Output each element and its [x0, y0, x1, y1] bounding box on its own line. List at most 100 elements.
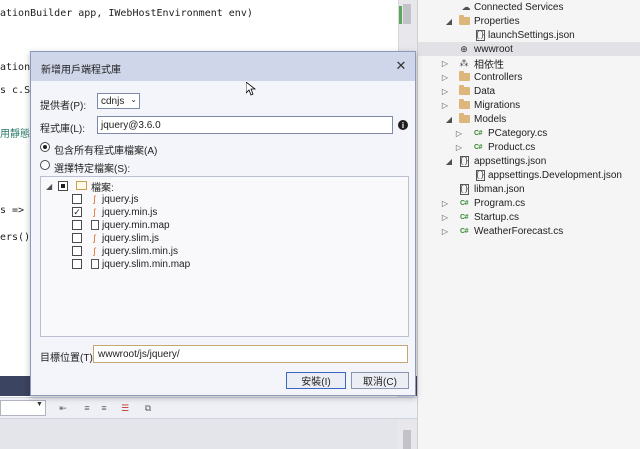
align-right-icon[interactable]: ≡ [97, 401, 111, 415]
code-line: 用靜態 [0, 129, 30, 140]
js-file-icon: ʃ [93, 245, 96, 256]
connected-services-icon: ☁ [461, 1, 471, 12]
expanded-arrow-icon[interactable]: ◢ [444, 115, 454, 124]
tree-item-label: appsettings.Development.json [488, 169, 622, 181]
tree-item-pcategory[interactable]: ▷ C# PCategory.cs [418, 126, 640, 140]
file-checkbox[interactable] [72, 259, 82, 269]
library-input[interactable]: jquery@3.6.0 [97, 116, 393, 134]
csharp-file-icon: C# [460, 213, 468, 221]
target-label: 目標位置(T): [40, 353, 96, 364]
file-name: jquery.slim.min.map [102, 258, 191, 270]
file-checkbox[interactable]: ✓ [72, 207, 82, 217]
info-icon[interactable]: i [398, 120, 408, 130]
expanded-arrow-icon[interactable]: ◢ [444, 157, 454, 166]
change-marker [399, 6, 402, 24]
file-row[interactable]: ʃ jquery.js [41, 193, 401, 205]
globe-icon: ⊕ [460, 43, 468, 54]
install-button[interactable]: 安裝(I) [286, 372, 346, 389]
file-checkbox[interactable] [72, 233, 82, 243]
tree-item-label: 相依性 [474, 59, 504, 71]
files-root-checkbox[interactable] [58, 181, 68, 191]
collapsed-arrow-icon[interactable]: ▷ [440, 73, 450, 82]
chevron-down-icon[interactable]: ⌄ [130, 95, 137, 104]
json-file-icon: {} [475, 169, 485, 181]
tree-item-label: libman.json [474, 183, 525, 195]
tree-item-dependencies[interactable]: ▷ ⁂ 相依性 [418, 56, 640, 71]
copy-icon[interactable]: ⧉ [141, 401, 155, 415]
tree-item-data[interactable]: ▷ Data [418, 84, 640, 98]
tree-item-launchsettings[interactable]: {} launchSettings.json [418, 28, 640, 42]
collapsed-arrow-icon[interactable]: ▷ [440, 213, 450, 222]
file-name: jquery.min.js [102, 206, 158, 218]
dialog-title: 新增用戶端程式庫 [41, 65, 121, 76]
target-location-input[interactable]: wwwroot/js/jquery/ [93, 345, 408, 363]
file-checkbox[interactable] [72, 246, 82, 256]
file-row[interactable]: jquery.min.map [41, 219, 401, 231]
bottom-panel [0, 419, 417, 449]
editor-scrollbar-thumb[interactable] [403, 4, 411, 24]
tree-item-wwwroot[interactable]: ⊕ wwwroot [418, 42, 640, 56]
tree-item-program[interactable]: ▷ C# Program.cs [418, 196, 640, 210]
expanded-arrow-icon[interactable]: ◢ [46, 182, 52, 191]
tree-item-connected-services[interactable]: ☁ Connected Services [418, 0, 640, 14]
tree-item-startup[interactable]: ▷ C# Startup.cs [418, 210, 640, 224]
folder-icon [458, 71, 470, 83]
wrap-lines-icon[interactable]: ☰ [118, 401, 132, 415]
tree-item-weatherforecast[interactable]: ▷ C# WeatherForecast.cs [418, 224, 640, 238]
files-root-row[interactable]: ◢ 檔案: [41, 180, 401, 194]
align-left-icon[interactable]: ≡ [80, 401, 94, 415]
map-file-icon [91, 220, 99, 230]
file-row[interactable]: ✓ ʃ jquery.min.js [41, 206, 401, 218]
choose-specific-radio[interactable] [40, 160, 50, 170]
collapsed-arrow-icon[interactable]: ▷ [440, 59, 450, 68]
collapsed-arrow-icon[interactable]: ▷ [440, 87, 450, 96]
dialog-titlebar[interactable]: 新增用戶端程式庫 ✕ [31, 52, 415, 81]
include-all-label[interactable]: 包含所有程式庫檔案(A) [54, 142, 157, 157]
file-checkbox[interactable] [72, 220, 82, 230]
csharp-file-icon: C# [474, 143, 482, 151]
collapsed-arrow-icon[interactable]: ▷ [440, 227, 450, 236]
folder-icon [76, 181, 87, 190]
bottom-panel-scrollbar-thumb[interactable] [403, 430, 411, 449]
tree-item-product[interactable]: ▷ C# Product.cs [418, 140, 640, 154]
csharp-file-icon: C# [460, 227, 468, 235]
files-root-label: 檔案: [91, 182, 114, 194]
file-row[interactable]: ʃ jquery.slim.min.js [41, 245, 401, 257]
expanded-arrow-icon[interactable]: ◢ [444, 17, 454, 26]
collapsed-arrow-icon[interactable]: ▷ [454, 129, 464, 138]
code-line: ationBuilder app, IWebHostEnvironment en… [0, 8, 253, 19]
file-tree: ◢ 檔案: ʃ jquery.js ✓ ʃ jquery.min.js jque… [40, 176, 409, 337]
file-checkbox[interactable] [72, 194, 82, 204]
csharp-file-icon: C# [474, 129, 482, 137]
chevron-down-icon[interactable]: ▼ [36, 401, 43, 408]
file-row[interactable]: jquery.slim.min.map [41, 258, 401, 270]
tree-item-properties[interactable]: ◢ Properties [418, 14, 640, 28]
tree-item-models[interactable]: ◢ Models [418, 112, 640, 126]
indent-icon[interactable]: ⇤ [56, 401, 70, 415]
code-line: ers() [0, 232, 31, 243]
tree-item-controllers[interactable]: ▷ Controllers [418, 70, 640, 84]
folder-icon [458, 99, 470, 111]
collapsed-arrow-icon[interactable]: ▷ [440, 199, 450, 208]
file-name: jquery.js [102, 193, 139, 205]
provider-label: 提供者(P): [40, 101, 87, 112]
collapsed-arrow-icon[interactable]: ▷ [454, 143, 464, 152]
tree-item-label: WeatherForecast.cs [474, 225, 564, 237]
tree-item-appsettings-development[interactable]: {} appsettings.Development.json [418, 168, 640, 182]
collapsed-arrow-icon[interactable]: ▷ [440, 101, 450, 110]
tree-item-libman[interactable]: {} libman.json [418, 182, 640, 196]
include-all-radio[interactable] [40, 142, 50, 152]
choose-specific-label[interactable]: 選擇特定檔案(S): [54, 160, 130, 175]
tree-item-label: launchSettings.json [488, 29, 575, 41]
tree-item-migrations[interactable]: ▷ Migrations [418, 98, 640, 112]
provider-select[interactable]: cdnjs ⌄ [97, 93, 140, 109]
folder-icon [458, 85, 470, 97]
tree-item-appsettings[interactable]: ◢ {} appsettings.json [418, 154, 640, 168]
file-name: jquery.min.map [102, 219, 170, 231]
json-file-icon: {} [459, 155, 469, 167]
file-row[interactable]: ʃ jquery.slim.js [41, 232, 401, 244]
close-icon[interactable]: ✕ [393, 58, 409, 74]
file-name: jquery.slim.min.js [102, 245, 178, 257]
cancel-button[interactable]: 取消(C) [351, 372, 409, 389]
tree-item-label: wwwroot [474, 43, 513, 55]
